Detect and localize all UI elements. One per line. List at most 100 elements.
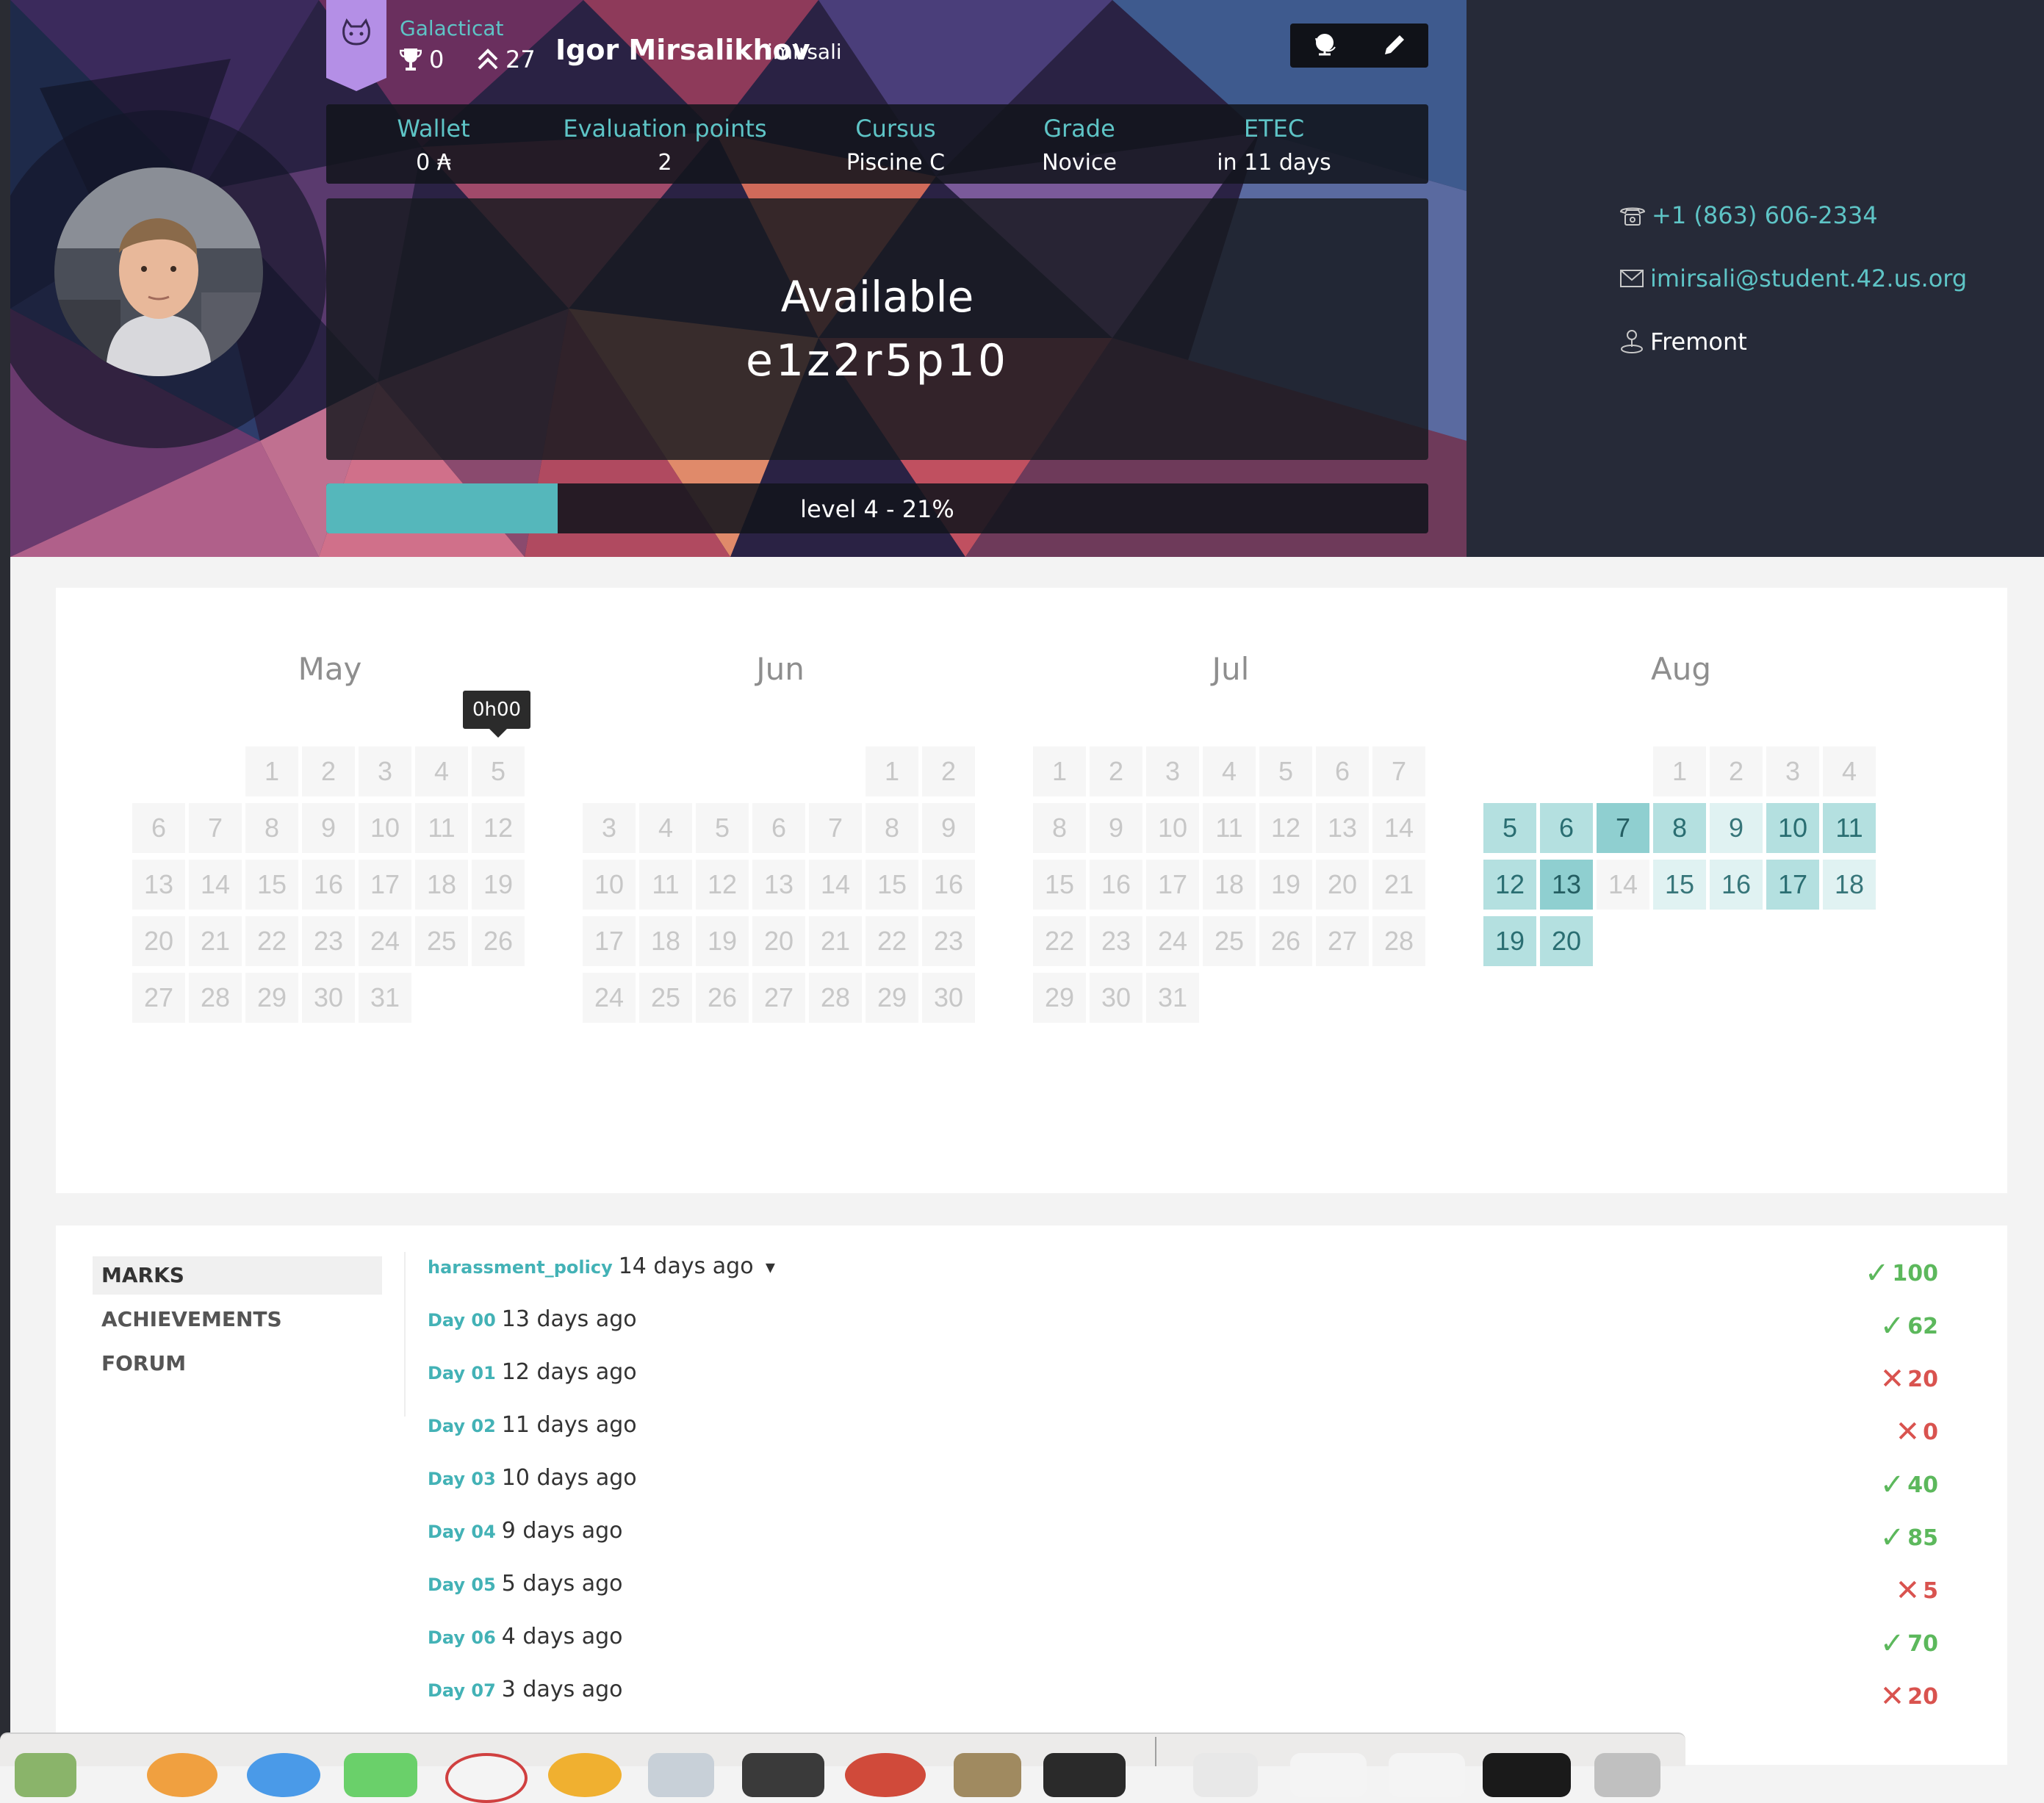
calendar-day[interactable]: 6 (1540, 803, 1593, 853)
calendar-day[interactable]: 3 (1766, 746, 1819, 796)
calendar-day[interactable]: 4 (1203, 746, 1256, 796)
calendar-day[interactable]: 8 (866, 803, 918, 853)
calendar-day[interactable]: 19 (696, 916, 749, 966)
contact-email-text[interactable]: imirsali@student.42.us.org (1650, 264, 1967, 292)
mark-row[interactable]: harassment_policy 14 days ago ▾ ✓ 100 (428, 1253, 2000, 1290)
calendar-day[interactable]: 2 (1090, 746, 1142, 796)
calendar-day[interactable]: 19 (1259, 860, 1312, 910)
calendar-day[interactable]: 17 (1766, 860, 1819, 910)
calendar-day[interactable]: 2 (302, 746, 355, 796)
calendar-day[interactable]: 17 (583, 916, 636, 966)
calendar-day[interactable]: 22 (245, 916, 298, 966)
caret-down-icon[interactable]: ▾ (760, 1256, 775, 1278)
calendar-day[interactable]: 27 (132, 973, 185, 1023)
calendar-day[interactable]: 27 (1316, 916, 1369, 966)
calendar-day[interactable]: 27 (752, 973, 805, 1023)
calendar-day[interactable]: 7 (809, 803, 862, 853)
calendar-day[interactable]: 3 (1146, 746, 1199, 796)
calendar-day[interactable]: 26 (696, 973, 749, 1023)
stat-cursus-value[interactable]: Piscine C (826, 150, 965, 176)
mark-row[interactable]: Day 01 12 days ago ✕ 20 (428, 1359, 2000, 1396)
mark-project-name[interactable]: Day 00 (428, 1310, 496, 1331)
calendar-day[interactable]: 18 (1823, 860, 1876, 910)
calendar-day[interactable]: 10 (359, 803, 411, 853)
mark-project-name[interactable]: Day 07 (428, 1680, 496, 1701)
calendar-day[interactable]: 13 (132, 860, 185, 910)
calendar-day[interactable]: 28 (809, 973, 862, 1023)
globe-icon[interactable] (1311, 31, 1338, 60)
calendar-day[interactable]: 21 (809, 916, 862, 966)
calendar-day[interactable]: 24 (1146, 916, 1199, 966)
dock-app-icon[interactable] (1290, 1753, 1367, 1797)
calendar-day[interactable]: 20 (752, 916, 805, 966)
calendar-day[interactable]: 18 (1203, 860, 1256, 910)
calendar-day[interactable]: 5 (1259, 746, 1312, 796)
calendar-day[interactable]: 3 (583, 803, 636, 853)
calendar-day[interactable]: 6 (132, 803, 185, 853)
edit-pencil-icon[interactable] (1381, 32, 1407, 59)
mark-project-name[interactable]: Day 04 (428, 1522, 496, 1542)
calendar-day[interactable]: 9 (1710, 803, 1763, 853)
calendar-day[interactable]: 12 (472, 803, 525, 853)
mark-row[interactable]: Day 07 3 days ago ✕ 20 (428, 1677, 2000, 1713)
calendar-day[interactable]: 19 (472, 860, 525, 910)
calendar-day[interactable]: 1 (245, 746, 298, 796)
calendar-day[interactable]: 8 (245, 803, 298, 853)
calendar-day[interactable]: 10 (1146, 803, 1199, 853)
dock-app-icon[interactable] (742, 1753, 824, 1797)
calendar-day[interactable]: 7 (1372, 746, 1425, 796)
tab-marks[interactable]: MARKS (93, 1256, 382, 1295)
dock-app-icon[interactable] (344, 1753, 417, 1797)
calendar-day[interactable]: 16 (922, 860, 975, 910)
calendar-day[interactable]: 13 (1316, 803, 1369, 853)
calendar-day[interactable]: 5 (1483, 803, 1536, 853)
calendar-day[interactable]: 15 (1653, 860, 1706, 910)
mark-row[interactable]: Day 00 13 days ago ✓ 62 (428, 1306, 2000, 1343)
calendar-day[interactable]: 10 (583, 860, 636, 910)
calendar-day[interactable]: 22 (866, 916, 918, 966)
calendar-day[interactable]: 25 (639, 973, 692, 1023)
calendar-day[interactable]: 29 (1033, 973, 1086, 1023)
mark-row[interactable]: Day 05 5 days ago ✕ 5 (428, 1571, 2000, 1608)
calendar-day[interactable]: 6 (1316, 746, 1369, 796)
calendar-day[interactable]: 2 (922, 746, 975, 796)
calendar-day[interactable]: 30 (922, 973, 975, 1023)
calendar-day[interactable]: 4 (1823, 746, 1876, 796)
mark-project-name[interactable]: Day 06 (428, 1627, 496, 1648)
calendar-day[interactable]: 10 (1766, 803, 1819, 853)
mark-project-name[interactable]: Day 01 (428, 1363, 496, 1383)
calendar-day[interactable]: 11 (1823, 803, 1876, 853)
calendar-day[interactable]: 8 (1033, 803, 1086, 853)
dock-trash-icon[interactable] (1594, 1753, 1660, 1797)
calendar-day[interactable]: 31 (359, 973, 411, 1023)
calendar-day[interactable]: 9 (922, 803, 975, 853)
calendar-day[interactable]: 29 (245, 973, 298, 1023)
calendar-day[interactable]: 24 (359, 916, 411, 966)
calendar-day[interactable]: 14 (809, 860, 862, 910)
calendar-day[interactable]: 16 (302, 860, 355, 910)
mark-row[interactable]: Day 04 9 days ago ✓ 85 (428, 1518, 2000, 1555)
calendar-day[interactable]: 11 (639, 860, 692, 910)
dock-app-icon[interactable] (954, 1753, 1021, 1797)
dock-app-icon[interactable] (1193, 1753, 1258, 1797)
calendar-day[interactable]: 2 (1710, 746, 1763, 796)
calendar-day[interactable]: 21 (189, 916, 242, 966)
calendar-day[interactable]: 15 (245, 860, 298, 910)
calendar-day[interactable]: 26 (472, 916, 525, 966)
calendar-day[interactable]: 14 (1372, 803, 1425, 853)
calendar-day[interactable]: 9 (1090, 803, 1142, 853)
calendar-day[interactable]: 6 (752, 803, 805, 853)
mark-project-name[interactable]: Day 02 (428, 1416, 496, 1436)
calendar-day[interactable]: 22 (1033, 916, 1086, 966)
calendar-day[interactable]: 23 (1090, 916, 1142, 966)
contact-phone[interactable]: +1 (863) 606-2334 (1619, 201, 1878, 229)
calendar-day[interactable]: 11 (1203, 803, 1256, 853)
mark-row[interactable]: Day 02 11 days ago ✕ 0 (428, 1412, 2000, 1449)
calendar-day[interactable]: 17 (1146, 860, 1199, 910)
calendar-day[interactable]: 8 (1653, 803, 1706, 853)
calendar-day[interactable]: 12 (1259, 803, 1312, 853)
contact-phone-text[interactable]: +1 (863) 606-2334 (1652, 201, 1878, 229)
calendar-day[interactable]: 28 (189, 973, 242, 1023)
dock-app-icon[interactable] (1483, 1753, 1571, 1797)
dock-app-icon[interactable] (15, 1753, 76, 1797)
